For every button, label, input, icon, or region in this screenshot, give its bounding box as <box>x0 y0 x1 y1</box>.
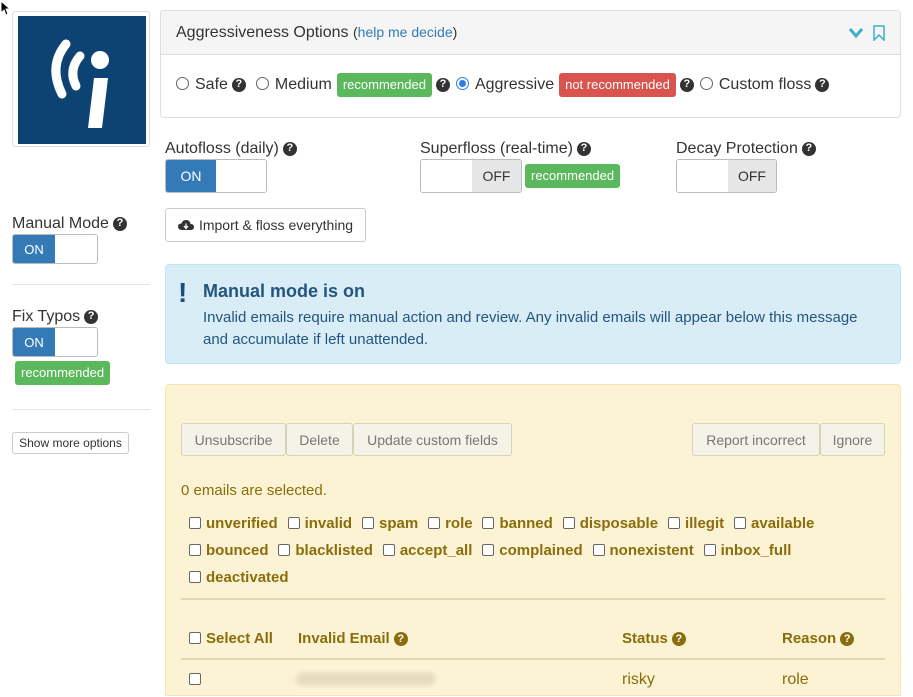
help-icon[interactable]: ? <box>112 216 127 231</box>
filter-illegit[interactable]: illegit <box>667 515 724 532</box>
radio-aggressive[interactable] <box>455 77 469 91</box>
filter-complained[interactable]: complained <box>482 542 583 559</box>
radio-medium[interactable] <box>255 77 269 91</box>
unsubscribe-button[interactable]: Unsubscribe <box>181 423 286 456</box>
select-all-checkbox[interactable]: Select All <box>189 630 273 647</box>
help-icon[interactable]: ? <box>576 141 591 156</box>
manual-mode-toggle[interactable]: ON <box>12 234 98 264</box>
aggressiveness-options: Safe? Medium recommended ? Aggressive no… <box>176 73 830 97</box>
option-aggressive[interactable]: Aggressive <box>455 76 554 94</box>
divider <box>181 658 885 660</box>
help-icon[interactable]: ? <box>815 77 830 92</box>
alert-title: Manual mode is on <box>203 281 366 301</box>
help-icon[interactable]: ? <box>282 141 297 156</box>
status-filters: unverified invalid spam role banned disp… <box>189 510 879 591</box>
col-header-status: Status? <box>622 630 686 647</box>
invalid-emails-panel: Unsubscribe Delete Update custom fields … <box>165 384 901 696</box>
filter-accept-all[interactable]: accept_all <box>382 542 472 559</box>
help-icon[interactable]: ? <box>679 77 694 92</box>
manual-mode-alert: ! Manual mode is on Invalid emails requi… <box>165 264 901 364</box>
row-reason: role <box>782 671 809 688</box>
alert-body: Invalid emails require manual action and… <box>203 309 858 348</box>
divider <box>181 598 885 600</box>
aggressiveness-panel: Aggressiveness Options (help me decide) … <box>160 10 901 118</box>
fix-typos-toggle[interactable]: ON <box>12 327 98 357</box>
row-checkbox[interactable] <box>189 673 201 685</box>
update-custom-fields-button[interactable]: Update custom fields <box>353 423 512 456</box>
chevron-down-icon[interactable] <box>849 27 863 39</box>
filter-spam[interactable]: spam <box>361 515 418 532</box>
decay-protection-label: Decay Protection? <box>676 140 816 158</box>
filter-invalid[interactable]: invalid <box>287 515 352 532</box>
filter-deactivated[interactable]: deactivated <box>189 569 289 586</box>
help-icon[interactable]: ? <box>84 309 99 324</box>
filter-inbox-full[interactable]: inbox_full <box>703 542 791 559</box>
exclamation-icon: ! <box>178 277 188 308</box>
help-icon[interactable]: ? <box>231 77 246 92</box>
signal-i-logo-icon <box>51 39 109 128</box>
help-icon[interactable]: ? <box>840 632 855 647</box>
logo-frame <box>12 11 150 147</box>
help-icon[interactable]: ? <box>393 632 408 647</box>
filter-nonexistent[interactable]: nonexistent <box>592 542 694 559</box>
option-custom-floss[interactable]: Custom floss? <box>699 76 830 94</box>
help-icon[interactable]: ? <box>435 77 450 92</box>
autofloss-label: Autofloss (daily)? <box>165 140 297 158</box>
filter-blacklisted[interactable]: blacklisted <box>278 542 373 559</box>
selected-count: 0 emails are selected. <box>181 482 327 499</box>
radio-custom-floss[interactable] <box>699 77 713 91</box>
option-medium[interactable]: Medium <box>255 76 332 94</box>
not-recommended-badge: not recommended <box>559 73 676 97</box>
superfloss-label: Superfloss (real-time)? <box>420 140 591 158</box>
help-me-decide-link[interactable]: help me decide <box>358 24 453 40</box>
aggressiveness-header: Aggressiveness Options (help me decide) <box>161 11 900 55</box>
table-row: risky role <box>181 661 885 697</box>
email-redacted <box>296 672 436 686</box>
col-header-reason: Reason? <box>782 630 855 647</box>
help-icon[interactable]: ? <box>801 141 816 156</box>
filter-unverified[interactable]: unverified <box>189 515 278 532</box>
decay-protection-toggle[interactable]: OFF <box>676 159 777 193</box>
help-icon[interactable]: ? <box>671 632 686 647</box>
divider <box>12 409 150 410</box>
filter-role[interactable]: role <box>428 515 473 532</box>
show-more-options-button[interactable]: Show more options <box>12 432 129 454</box>
aggressiveness-title: Aggressiveness Options (help me decide) <box>176 24 458 41</box>
recommended-badge: recommended <box>336 73 432 97</box>
autofloss-toggle[interactable]: ON <box>165 159 267 193</box>
superfloss-toggle[interactable]: OFF <box>420 159 522 193</box>
option-safe[interactable]: Safe? <box>176 76 246 94</box>
row-status: risky <box>622 671 655 688</box>
col-header-email: Invalid Email? <box>298 630 408 647</box>
mouse-cursor-icon <box>0 0 10 16</box>
ignore-button[interactable]: Ignore <box>820 423 885 456</box>
filter-banned[interactable]: banned <box>482 515 553 532</box>
fix-typos-label: Fix Typos? <box>12 308 99 326</box>
logo <box>18 16 146 144</box>
delete-button[interactable]: Delete <box>286 423 353 456</box>
filter-disposable[interactable]: disposable <box>562 515 658 532</box>
recommended-badge: recommended <box>15 361 111 385</box>
report-incorrect-button[interactable]: Report incorrect <box>692 423 820 456</box>
filter-available[interactable]: available <box>734 515 814 532</box>
recommended-badge: recommended <box>525 164 621 188</box>
bookmark-icon[interactable] <box>873 25 885 41</box>
filter-bounced[interactable]: bounced <box>189 542 269 559</box>
cloud-download-icon <box>177 220 194 230</box>
import-floss-button[interactable]: Import & floss everything <box>165 208 366 242</box>
divider <box>12 284 150 285</box>
manual-mode-label: Manual Mode? <box>12 215 127 233</box>
radio-safe[interactable] <box>176 77 189 91</box>
